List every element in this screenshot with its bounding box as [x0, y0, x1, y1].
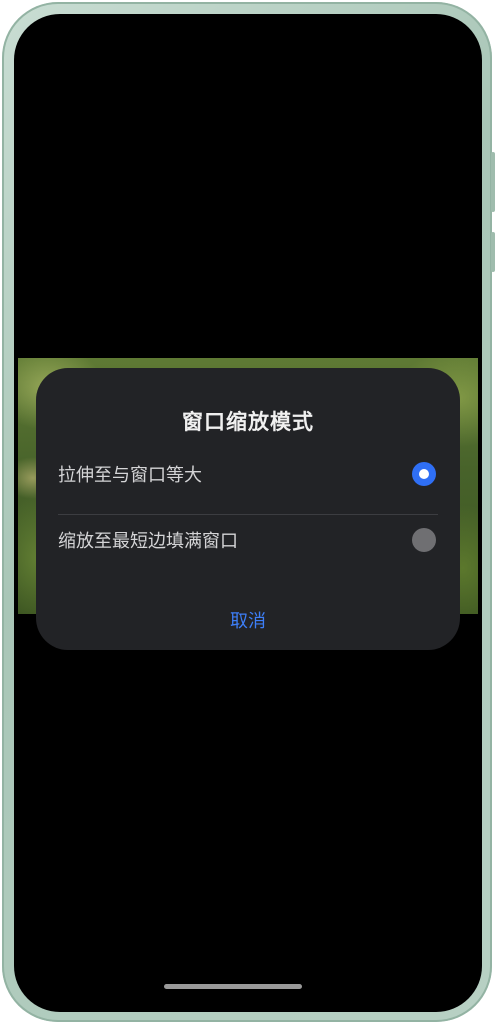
radio-unselected-icon[interactable]	[412, 528, 436, 552]
volume-key	[491, 152, 495, 212]
divider	[58, 514, 438, 515]
dialog-title: 窗口缩放模式	[182, 410, 314, 434]
cancel-button[interactable]: 取消	[178, 604, 318, 640]
option-fill-shortest-edge[interactable]: 缩放至最短边填满窗口	[58, 520, 438, 560]
option-stretch[interactable]: 拉伸至与窗口等大	[58, 454, 438, 494]
zoom-mode-dialog: 窗口缩放模式 拉伸至与窗口等大 缩放至最短边填满窗口 取消	[36, 368, 460, 650]
option-stretch-label: 拉伸至与窗口等大	[58, 465, 202, 486]
radio-selected-icon[interactable]	[412, 462, 436, 486]
power-key	[491, 232, 495, 272]
screen: 窗口缩放模式 拉伸至与窗口等大 缩放至最短边填满窗口 取消	[14, 14, 482, 1012]
option-fill-label: 缩放至最短边填满窗口	[58, 531, 238, 552]
home-indicator[interactable]	[164, 984, 302, 989]
